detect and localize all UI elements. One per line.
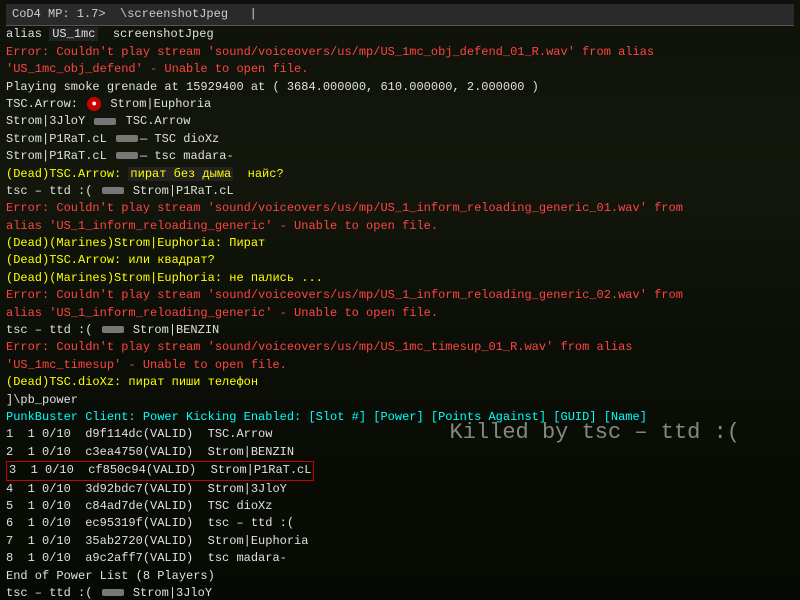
line-chat9: (Dead)(Marines)Strom|Euphoria: не пались…: [6, 270, 794, 287]
line-alias: alias US_1mc screenshotJpeg: [6, 26, 794, 43]
killed-by-text: Killed by tsc – ttd :(: [450, 420, 740, 445]
line-error2a: Error: Couldn't play stream 'sound/voice…: [6, 200, 794, 217]
gun-icon4: [102, 187, 124, 194]
line-chat8: (Dead)TSC.Arrow: или квадрат?: [6, 252, 794, 269]
gun-icon5: [102, 326, 124, 333]
line-error4a: Error: Couldn't play stream 'sound/voice…: [6, 339, 794, 356]
line-chat3: Strom|P1RaT.cL — TSC dioXz: [6, 131, 794, 148]
gun-icon6: [102, 589, 124, 596]
line-error3b: alias 'US_1_inform_reloading_generic' - …: [6, 305, 794, 322]
game-screen: CoD4 MP: 1.7> \screenshotJpeg | alias US…: [0, 0, 800, 600]
line-chat12: tsc – ttd :( Strom|3JloY: [6, 585, 794, 600]
title-bar: CoD4 MP: 1.7> \screenshotJpeg |: [6, 4, 794, 26]
skull-icon: ●: [87, 97, 101, 111]
pb-row-8: 8 1 0/10 a9c2aff7(VALID) tsc madara-: [6, 550, 794, 567]
pb-row-3: 3 1 0/10 cf850c94(VALID) Strom|P1RaT.cL: [6, 461, 794, 480]
pb-row-2: 2 1 0/10 c3ea4750(VALID) Strom|BENZIN: [6, 444, 794, 461]
line-smoke: Playing smoke grenade at 15929400 at ( 3…: [6, 79, 794, 96]
line-chat10: tsc – ttd :( Strom|BENZIN: [6, 322, 794, 339]
pb-row-4: 4 1 0/10 3d92bdc7(VALID) Strom|3JloY: [6, 481, 794, 498]
line-chat7: (Dead)(Marines)Strom|Euphoria: Пират: [6, 235, 794, 252]
gun-icon: [94, 118, 116, 125]
line-error1b: 'US_1mc_obj_defend' - Unable to open fil…: [6, 61, 794, 78]
line-chat5: (Dead)TSC.Arrow: пират без дыма найс?: [6, 166, 794, 183]
gun-icon2: [116, 135, 138, 142]
line-chat6: tsc – ttd :( Strom|P1RaT.cL: [6, 183, 794, 200]
gun-icon3: [116, 152, 138, 159]
line-chat4: Strom|P1RaT.cL — tsc madara-: [6, 148, 794, 165]
line-error2b: alias 'US_1_inform_reloading_generic' - …: [6, 218, 794, 235]
line-error3a: Error: Couldn't play stream 'sound/voice…: [6, 287, 794, 304]
line-chat11: (Dead)TSC.dioXz: пират пиши телефон: [6, 374, 794, 391]
pb-highlight: 3 1 0/10 cf850c94(VALID) Strom|P1RaT.cL: [6, 461, 314, 480]
end-power-list: End of Power List (8 Players): [6, 568, 794, 585]
line-command: ]\pb_power: [6, 392, 794, 409]
line-chat2: Strom|3JloY TSC.Arrow: [6, 113, 794, 130]
line-chat1: TSC.Arrow: ● Strom|Euphoria: [6, 96, 794, 113]
console-panel: CoD4 MP: 1.7> \screenshotJpeg | alias US…: [0, 0, 800, 600]
pb-row-5: 5 1 0/10 c84ad7de(VALID) TSC dioXz: [6, 498, 794, 515]
line-error1a: Error: Couldn't play stream 'sound/voice…: [6, 44, 794, 61]
pb-row-7: 7 1 0/10 35ab2720(VALID) Strom|Euphoria: [6, 533, 794, 550]
pb-row-6: 6 1 0/10 ec95319f(VALID) tsc – ttd :(: [6, 515, 794, 532]
line-error4b: 'US_1mc_timesup' - Unable to open file.: [6, 357, 794, 374]
